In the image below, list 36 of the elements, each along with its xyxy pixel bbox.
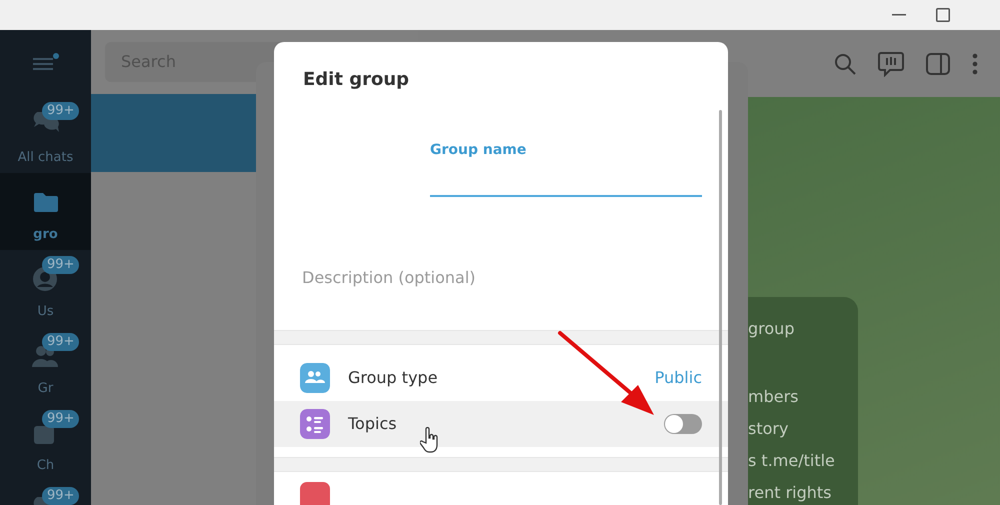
info-text: mbers bbox=[748, 387, 798, 406]
folder-tab[interactable]: Gr 99+ bbox=[0, 327, 91, 404]
maximize-icon[interactable] bbox=[936, 8, 950, 22]
unread-badge: 99+ bbox=[42, 256, 80, 274]
setting-label: Topics bbox=[348, 413, 397, 435]
folder-tab[interactable]: 99+ bbox=[0, 481, 91, 505]
hand-cursor-icon bbox=[420, 427, 440, 453]
info-text: story bbox=[748, 419, 788, 438]
sidebar-panel-icon[interactable] bbox=[926, 52, 950, 74]
folder-label: gro bbox=[33, 226, 58, 244]
unread-badge: 99+ bbox=[42, 333, 80, 351]
setting-label: Group type bbox=[348, 367, 438, 389]
search-icon[interactable] bbox=[834, 52, 856, 74]
toggle-switch[interactable] bbox=[664, 414, 702, 434]
folder-tab[interactable]: All chats 99+ bbox=[0, 96, 91, 173]
info-text: rent rights bbox=[748, 483, 832, 502]
folder-label: All chats bbox=[18, 149, 74, 167]
setting-value: Public bbox=[654, 367, 702, 389]
minimize-icon[interactable] bbox=[892, 14, 906, 16]
info-text: group bbox=[748, 319, 794, 338]
folder-label: Ch bbox=[36, 457, 54, 475]
speech-bubble-icon[interactable] bbox=[878, 50, 904, 76]
settings-row[interactable]: Group type Public bbox=[274, 355, 728, 401]
unread-badge: 99+ bbox=[42, 410, 80, 428]
settings-row[interactable]: Topics bbox=[274, 401, 728, 447]
folder-tab[interactable]: Ch 99+ bbox=[0, 404, 91, 481]
folder-label: Us bbox=[37, 303, 54, 321]
info-text: s t.me/title bbox=[748, 451, 835, 470]
field-label: Group name bbox=[430, 141, 528, 160]
menu-icon[interactable] bbox=[32, 53, 58, 73]
folder-label: Gr bbox=[38, 380, 54, 398]
unread-badge: 99+ bbox=[42, 487, 80, 505]
unread-badge: 99+ bbox=[42, 102, 80, 120]
folder-tab[interactable]: gro bbox=[0, 173, 91, 250]
folder-tab[interactable]: Us 99+ bbox=[0, 250, 91, 327]
more-icon[interactable] bbox=[972, 52, 978, 74]
